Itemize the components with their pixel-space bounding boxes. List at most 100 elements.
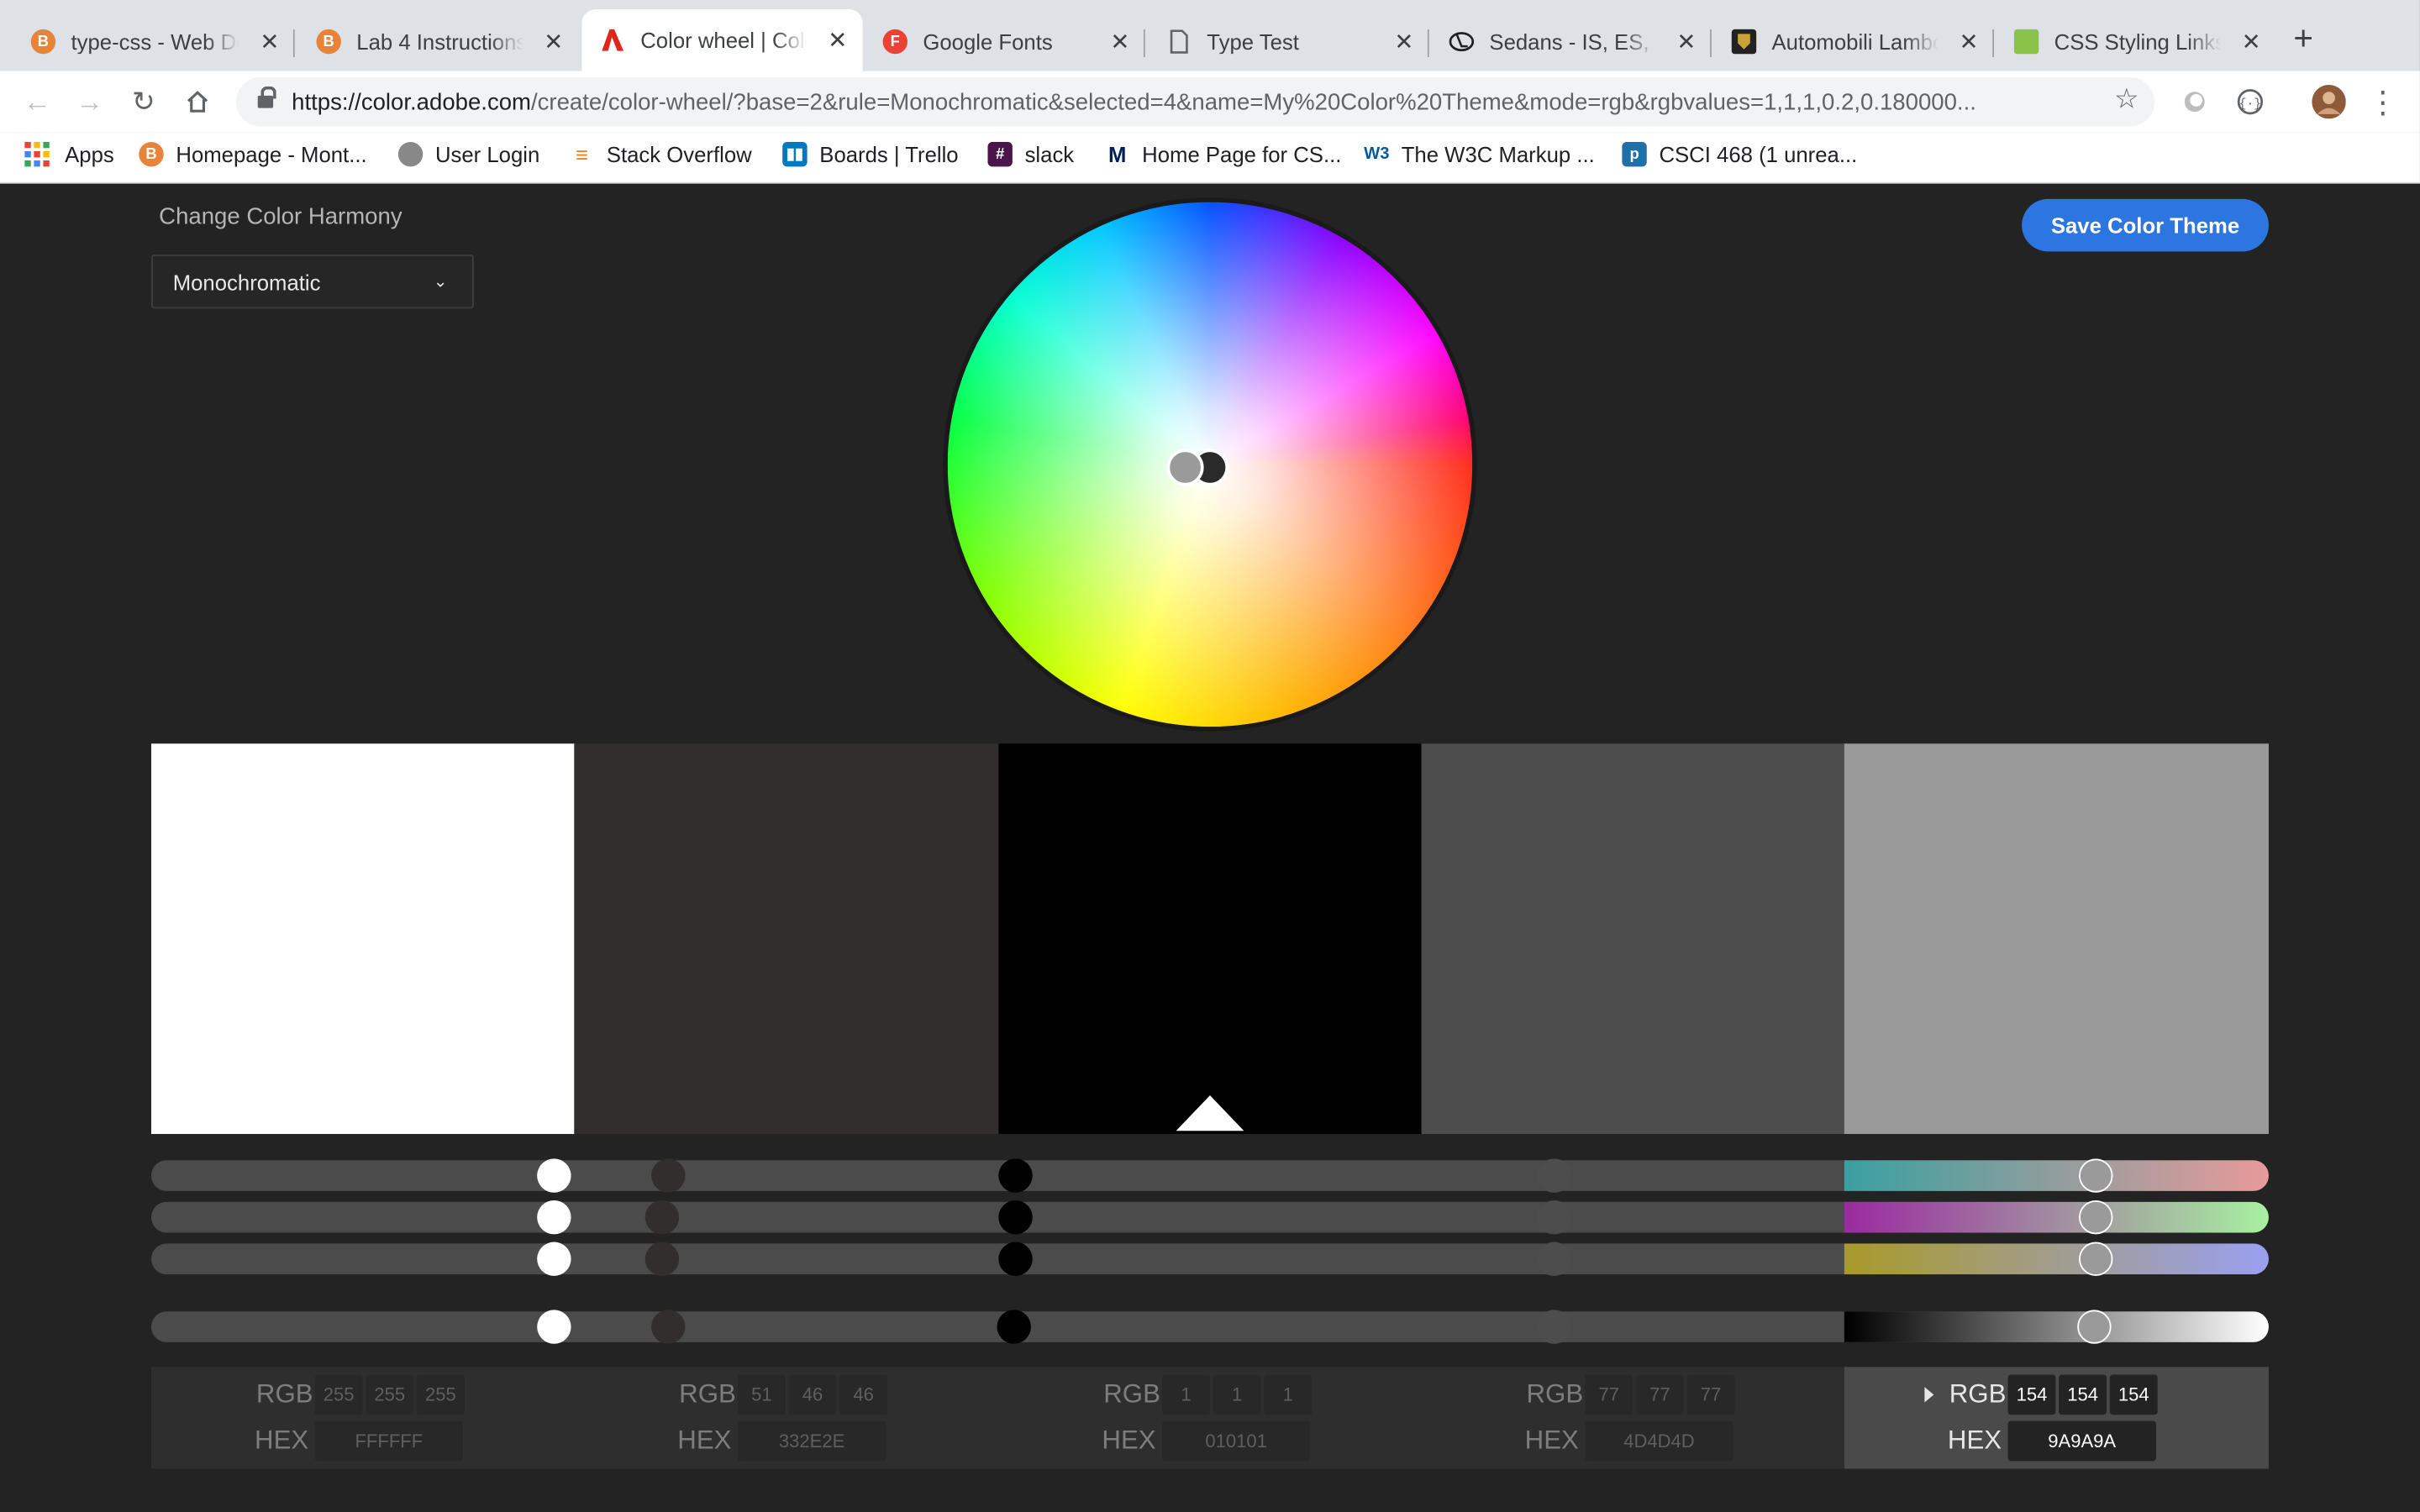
chevron-down-icon: ⌄: [433, 273, 448, 292]
address-bar[interactable]: https://color.adobe.com/create/color-whe…: [236, 76, 2155, 127]
green-value-input[interactable]: 154: [2059, 1374, 2107, 1415]
forward-arrow-icon[interactable]: →: [71, 83, 108, 120]
blue-value-input[interactable]: 255: [416, 1374, 465, 1415]
menu-kebab-icon[interactable]: ⋮: [2365, 83, 2402, 120]
tab-type-test[interactable]: Type Test ✕: [1149, 13, 1429, 71]
close-icon[interactable]: ✕: [1960, 28, 1979, 55]
color-values-0: RGB 255 255 255 HEX FFFFFF: [151, 1367, 574, 1468]
color-swatch[interactable]: [1421, 743, 1846, 1134]
profile-avatar[interactable]: [2311, 83, 2348, 120]
slider-thumb[interactable]: [1537, 1310, 1571, 1344]
blue-slider[interactable]: [150, 1243, 2269, 1275]
blue-value-input[interactable]: 46: [839, 1374, 888, 1415]
hex-value-input[interactable]: 010101: [1162, 1420, 1311, 1462]
tab-sedans[interactable]: Sedans - IS, ES, GS ✕: [1431, 13, 1712, 71]
close-icon[interactable]: ✕: [1110, 28, 1129, 55]
hex-value-input[interactable]: 9A9A9A: [2007, 1420, 2156, 1462]
green-value-input[interactable]: 255: [366, 1374, 414, 1415]
slider-thumb[interactable]: [651, 1158, 686, 1193]
slider-thumb[interactable]: [2077, 1310, 2112, 1344]
tab-type-css[interactable]: B type-css - Web Design ✕: [13, 13, 295, 71]
bookmark-star-icon[interactable]: ☆: [2114, 83, 2139, 116]
slider-thumb[interactable]: [1537, 1242, 1571, 1276]
green-value-input[interactable]: 46: [788, 1374, 837, 1415]
back-arrow-icon[interactable]: ←: [18, 83, 55, 120]
slider-thumb[interactable]: [998, 1242, 1033, 1276]
close-icon[interactable]: ✕: [2242, 28, 2261, 55]
bookmark-csci-468[interactable]: p CSCI 468 (1 unrea...: [1622, 141, 1857, 167]
tab-css-styling-links[interactable]: CSS Styling Links ✕: [1996, 13, 2276, 71]
red-slider[interactable]: [150, 1160, 2269, 1191]
slider-thumb[interactable]: [537, 1158, 571, 1193]
color-swatch[interactable]: [150, 743, 576, 1134]
slider-thumb[interactable]: [537, 1310, 571, 1344]
extension-icon[interactable]: [2176, 83, 2213, 120]
bookmark-apps[interactable]: Apps: [24, 141, 114, 167]
slider-thumb[interactable]: [1537, 1158, 1571, 1193]
red-value-input[interactable]: 51: [737, 1374, 786, 1415]
blogger-favicon-icon: B: [316, 29, 341, 55]
lexus-logo-icon: [1449, 29, 1475, 54]
slider-thumb[interactable]: [537, 1242, 571, 1276]
slider-thumb[interactable]: [997, 1310, 1031, 1344]
red-value-input[interactable]: 255: [314, 1374, 363, 1415]
tab-color-wheel[interactable]: Color wheel | Color ✕: [581, 9, 863, 71]
blogger-favicon-icon: B: [30, 29, 56, 55]
tab-lab-4[interactable]: B Lab 4 Instructions ✕: [297, 13, 578, 71]
stack-overflow-icon: ≡: [575, 141, 588, 167]
close-icon[interactable]: ✕: [1676, 28, 1696, 55]
green-value-input[interactable]: 1: [1213, 1374, 1261, 1415]
slider-thumb[interactable]: [2079, 1242, 2113, 1276]
blue-value-input[interactable]: 77: [1686, 1374, 1735, 1415]
harmony-dropdown[interactable]: Monochromatic ⌄: [150, 255, 474, 309]
reload-icon[interactable]: ↻: [125, 83, 162, 120]
slider-thumb[interactable]: [2079, 1158, 2113, 1193]
tab-lamborghini[interactable]: Automobili Lamborghini ✕: [1713, 13, 1995, 71]
close-icon[interactable]: ✕: [828, 26, 847, 54]
color-values-4-selected: RGB 154 154 154 HEX 9A9A9A: [1844, 1367, 2269, 1469]
blue-value-input[interactable]: 1: [1264, 1374, 1313, 1415]
bookmark-home-page-cs[interactable]: M Home Page for CS...: [1105, 142, 1341, 166]
red-value-input[interactable]: 77: [1585, 1374, 1634, 1415]
close-icon[interactable]: ✕: [1394, 28, 1413, 55]
color-wheel-handle-selected[interactable]: [1166, 449, 1204, 486]
expand-caret-icon[interactable]: [1924, 1387, 1934, 1403]
save-color-theme-button[interactable]: Save Color Theme: [2022, 198, 2269, 252]
hex-value-input[interactable]: 332E2E: [737, 1420, 886, 1462]
bookmark-homepage[interactable]: B Homepage - Mont...: [139, 141, 367, 167]
brightness-slider[interactable]: [150, 1311, 2269, 1342]
hex-value-input[interactable]: 4D4D4D: [1585, 1420, 1733, 1462]
slider-thumb[interactable]: [651, 1310, 686, 1344]
blogger-favicon-icon: B: [139, 141, 164, 167]
bookmark-trello[interactable]: ▮▮ Boards | Trello: [782, 141, 959, 167]
red-value-input[interactable]: 1: [1162, 1374, 1210, 1415]
home-icon[interactable]: [179, 83, 216, 120]
slider-thumb[interactable]: [644, 1200, 680, 1235]
color-swatch[interactable]: [998, 743, 1422, 1134]
slider-thumb[interactable]: [537, 1200, 571, 1235]
code-extension-icon[interactable]: {·}: [2232, 83, 2269, 120]
color-swatch-selected[interactable]: [1844, 743, 2269, 1134]
university-logo-icon: M: [1108, 141, 1127, 167]
bookmark-user-login[interactable]: User Login: [397, 141, 539, 167]
blue-value-input[interactable]: 154: [2109, 1374, 2158, 1415]
color-swatch[interactable]: [574, 743, 999, 1134]
slider-thumb[interactable]: [998, 1158, 1033, 1193]
slider-thumb[interactable]: [1537, 1200, 1571, 1235]
slider-thumb[interactable]: [2079, 1200, 2113, 1235]
apps-grid-icon: [24, 141, 50, 167]
bookmark-slack[interactable]: # slack: [987, 141, 1074, 167]
new-tab-icon[interactable]: +: [2293, 18, 2313, 59]
slider-thumb[interactable]: [998, 1200, 1033, 1235]
close-icon[interactable]: ✕: [260, 28, 279, 55]
bookmark-w3c[interactable]: W3 The W3C Markup ...: [1364, 142, 1595, 166]
green-slider[interactable]: [150, 1201, 2269, 1233]
slider-thumb[interactable]: [644, 1242, 680, 1276]
green-value-input[interactable]: 77: [1635, 1374, 1684, 1415]
tab-google-fonts[interactable]: F Google Fonts ✕: [865, 13, 1145, 71]
close-icon[interactable]: ✕: [544, 28, 563, 55]
bookmark-stack-overflow[interactable]: ≡ Stack Overflow: [570, 142, 752, 166]
color-wheel[interactable]: [943, 197, 1477, 732]
red-value-input[interactable]: 154: [2007, 1374, 2056, 1415]
hex-value-input[interactable]: FFFFFF: [314, 1420, 464, 1462]
